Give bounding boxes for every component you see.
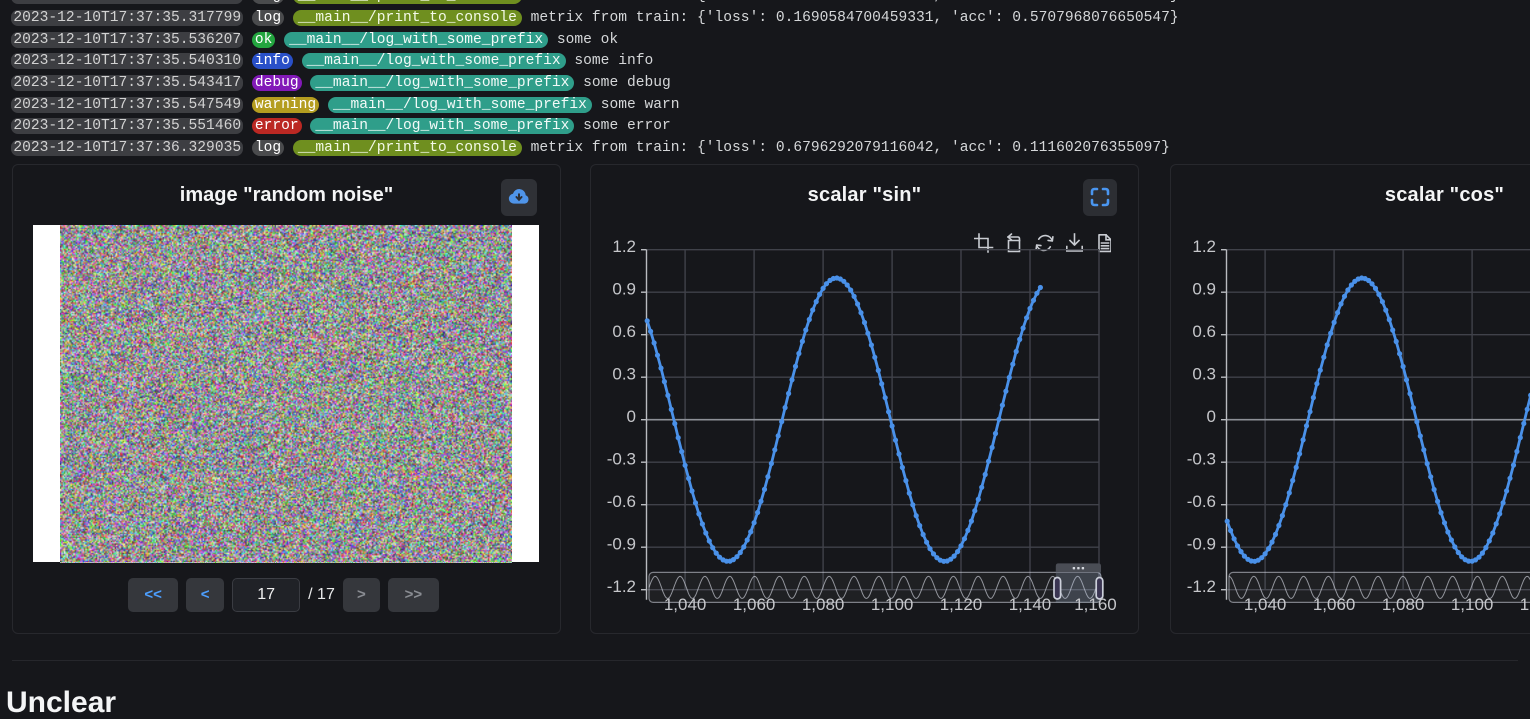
- svg-text:-1.2: -1.2: [607, 577, 636, 596]
- svg-text:0: 0: [627, 407, 636, 426]
- svg-text:1,160: 1,160: [1074, 595, 1117, 614]
- svg-text:1,140: 1,140: [1009, 595, 1052, 614]
- svg-text:-0.3: -0.3: [1187, 450, 1216, 469]
- svg-text:-0.9: -0.9: [1187, 535, 1216, 554]
- svg-text:0.6: 0.6: [1192, 322, 1216, 341]
- svg-text:1,060: 1,060: [1313, 595, 1356, 614]
- svg-text:1,080: 1,080: [802, 595, 845, 614]
- svg-text:-0.3: -0.3: [607, 450, 636, 469]
- svg-text:1,120: 1,120: [1520, 595, 1530, 614]
- svg-text:0.3: 0.3: [1192, 365, 1216, 384]
- svg-text:1,040: 1,040: [664, 595, 707, 614]
- svg-text:0.9: 0.9: [1192, 280, 1216, 299]
- svg-text:-1.2: -1.2: [1187, 577, 1216, 596]
- svg-text:1,120: 1,120: [940, 595, 983, 614]
- svg-text:-0.6: -0.6: [607, 492, 636, 511]
- svg-text:1,080: 1,080: [1382, 595, 1425, 614]
- svg-text:0: 0: [1207, 407, 1216, 426]
- svg-text:1.2: 1.2: [1192, 237, 1216, 256]
- svg-text:-0.9: -0.9: [607, 535, 636, 554]
- svg-text:0.6: 0.6: [612, 322, 636, 341]
- svg-text:1,040: 1,040: [1244, 595, 1287, 614]
- svg-text:1,060: 1,060: [733, 595, 776, 614]
- svg-text:1,100: 1,100: [871, 595, 914, 614]
- svg-text:0.9: 0.9: [612, 280, 636, 299]
- svg-text:0.3: 0.3: [612, 365, 636, 384]
- svg-text:-0.6: -0.6: [1187, 492, 1216, 511]
- svg-text:1,100: 1,100: [1451, 595, 1494, 614]
- svg-text:1.2: 1.2: [612, 237, 636, 256]
